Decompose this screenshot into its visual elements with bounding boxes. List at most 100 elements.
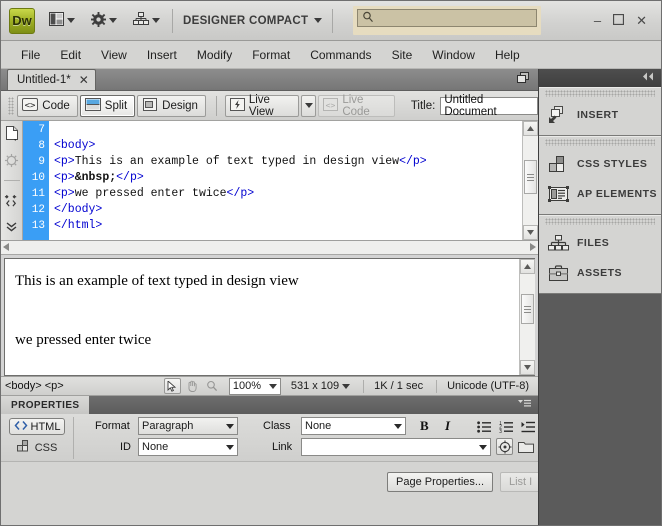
code-vertical-scrollbar[interactable] <box>522 121 538 240</box>
dock-item-insert[interactable]: INSERT <box>539 100 661 130</box>
design-vertical-scrollbar[interactable] <box>519 259 535 375</box>
scroll-down-button[interactable] <box>520 360 535 375</box>
scrollbar-thumb[interactable] <box>521 294 534 324</box>
format-value: Paragraph <box>142 420 194 432</box>
tag-selector[interactable]: <body> <p> <box>5 380 64 392</box>
menu-view[interactable]: View <box>91 44 137 66</box>
scroll-left-button[interactable] <box>3 242 9 253</box>
settings-button[interactable] <box>89 9 119 33</box>
site-menu-button[interactable] <box>131 9 162 33</box>
indent-icon[interactable] <box>520 418 537 435</box>
window-size-select[interactable]: 531 x 109 <box>291 380 353 392</box>
italic-button[interactable]: I <box>445 418 450 434</box>
code-line[interactable]: </body> <box>54 202 522 218</box>
close-icon[interactable]: ✕ <box>79 73 89 87</box>
insert-icon <box>547 104 569 126</box>
dock-item-files[interactable]: FILES <box>539 228 661 258</box>
class-select[interactable]: None <box>301 417 406 435</box>
search-input[interactable] <box>357 9 538 27</box>
design-empty-paragraph[interactable] <box>15 290 519 332</box>
design-view-button[interactable]: Design <box>137 94 206 117</box>
split-view-button[interactable]: Split <box>79 94 136 117</box>
scroll-up-button[interactable] <box>520 259 535 274</box>
page-properties-button[interactable]: Page Properties... <box>387 472 494 492</box>
design-canvas[interactable]: This is an example of text typed in desi… <box>5 259 519 375</box>
dock-item-ap-elements[interactable]: AP ELEMENTS <box>539 179 661 209</box>
line-number: 13 <box>31 220 45 232</box>
code-token: This is an example of text typed in desi… <box>74 155 400 168</box>
select-arrow-icon[interactable] <box>163 378 181 394</box>
code-horizontal-scrollbar[interactable] <box>1 241 538 255</box>
more-options-icon[interactable] <box>4 220 20 234</box>
id-label: ID <box>120 441 131 453</box>
dock-drag-handle[interactable] <box>545 218 655 225</box>
scrollbar-thumb[interactable] <box>524 160 537 194</box>
code-view-pane: 7 8 9 10 11 12 13 <body> <p>This is an ex… <box>1 121 538 241</box>
page-title-input[interactable]: Untitled Document <box>440 94 538 118</box>
magnifier-icon[interactable] <box>204 378 221 394</box>
code-editor[interactable]: <body> <p>This is an example of text type… <box>49 121 522 240</box>
menu-help[interactable]: Help <box>485 44 530 66</box>
restore-window-icon[interactable] <box>517 72 530 87</box>
live-view-options-button[interactable] <box>300 94 317 117</box>
zoom-level-select[interactable]: 100% <box>228 377 281 395</box>
link-input[interactable] <box>301 438 491 456</box>
html-properties-button[interactable]: HTML <box>9 418 65 435</box>
open-documents-icon[interactable] <box>4 126 20 141</box>
minimize-button[interactable]: – <box>594 14 601 27</box>
menu-format[interactable]: Format <box>242 44 300 66</box>
layout-switcher-button[interactable] <box>47 9 77 33</box>
toolbar-grip[interactable] <box>8 96 15 115</box>
scroll-up-button[interactable] <box>523 121 538 136</box>
code-line[interactable]: </html> <box>54 218 522 234</box>
close-button[interactable]: ✕ <box>636 14 647 27</box>
chevron-down-icon <box>342 383 351 389</box>
app-logo[interactable]: Dw <box>9 7 35 34</box>
design-paragraph-2[interactable]: we pressed enter twice <box>15 332 519 349</box>
dock-item-label: CSS STYLES <box>577 158 648 170</box>
maximize-button[interactable] <box>612 13 625 27</box>
code-token: we pressed enter twice <box>74 187 227 200</box>
collapse-full-tag-icon[interactable] <box>4 193 20 208</box>
css-properties-button[interactable]: CSS <box>9 439 65 456</box>
panel-menu-icon[interactable] <box>518 399 532 411</box>
code-line[interactable]: <p>This is an example of text typed in d… <box>54 154 522 170</box>
workspace-switcher[interactable]: DESIGNER COMPACT <box>183 15 323 27</box>
hand-icon[interactable] <box>184 378 201 394</box>
design-view-pane[interactable]: This is an example of text typed in desi… <box>4 258 535 376</box>
collapse-panels-icon[interactable] <box>641 72 655 84</box>
bold-button[interactable]: B <box>420 418 429 434</box>
live-view-button[interactable]: Live View <box>224 93 299 118</box>
id-select[interactable]: None <box>138 438 238 456</box>
code-view-button[interactable]: <> Code <box>17 94 78 117</box>
code-line[interactable]: <p>we pressed enter twice</p> <box>54 186 522 202</box>
design-paragraph-1[interactable]: This is an example of text typed in desi… <box>15 273 519 290</box>
dock-item-assets[interactable]: ASSETS <box>539 258 661 288</box>
code-line[interactable] <box>54 122 522 138</box>
menu-edit[interactable]: Edit <box>50 44 91 66</box>
point-to-file-icon[interactable] <box>496 438 513 455</box>
dock-item-css-styles[interactable]: CSS STYLES <box>539 149 661 179</box>
menu-window[interactable]: Window <box>422 44 485 66</box>
menu-insert[interactable]: Insert <box>137 44 187 66</box>
menu-modify[interactable]: Modify <box>187 44 242 66</box>
document-tab-untitled-1[interactable]: Untitled-1* ✕ <box>7 69 96 90</box>
scroll-down-button[interactable] <box>523 225 538 240</box>
menu-file[interactable]: File <box>11 44 50 66</box>
dock-drag-handle[interactable] <box>545 90 655 97</box>
code-line[interactable]: <body> <box>54 138 522 154</box>
browse-folder-icon[interactable] <box>517 438 534 455</box>
chevron-down-icon <box>314 18 323 23</box>
ordered-list-icon[interactable]: 123 <box>498 418 515 435</box>
menu-site[interactable]: Site <box>382 44 423 66</box>
dock-drag-handle[interactable] <box>545 139 655 146</box>
live-view-label: Live View <box>248 93 274 118</box>
scroll-right-button[interactable] <box>530 242 536 253</box>
tab-properties[interactable]: PROPERTIES <box>1 396 90 414</box>
menu-commands[interactable]: Commands <box>300 44 381 66</box>
format-select[interactable]: Paragraph <box>138 417 238 435</box>
line-number-gutter: 7 8 9 10 11 12 13 <box>23 121 49 240</box>
split-view-icon <box>84 97 101 115</box>
code-line[interactable]: <p>&nbsp;</p> <box>54 170 522 186</box>
unordered-list-icon[interactable] <box>476 418 493 435</box>
